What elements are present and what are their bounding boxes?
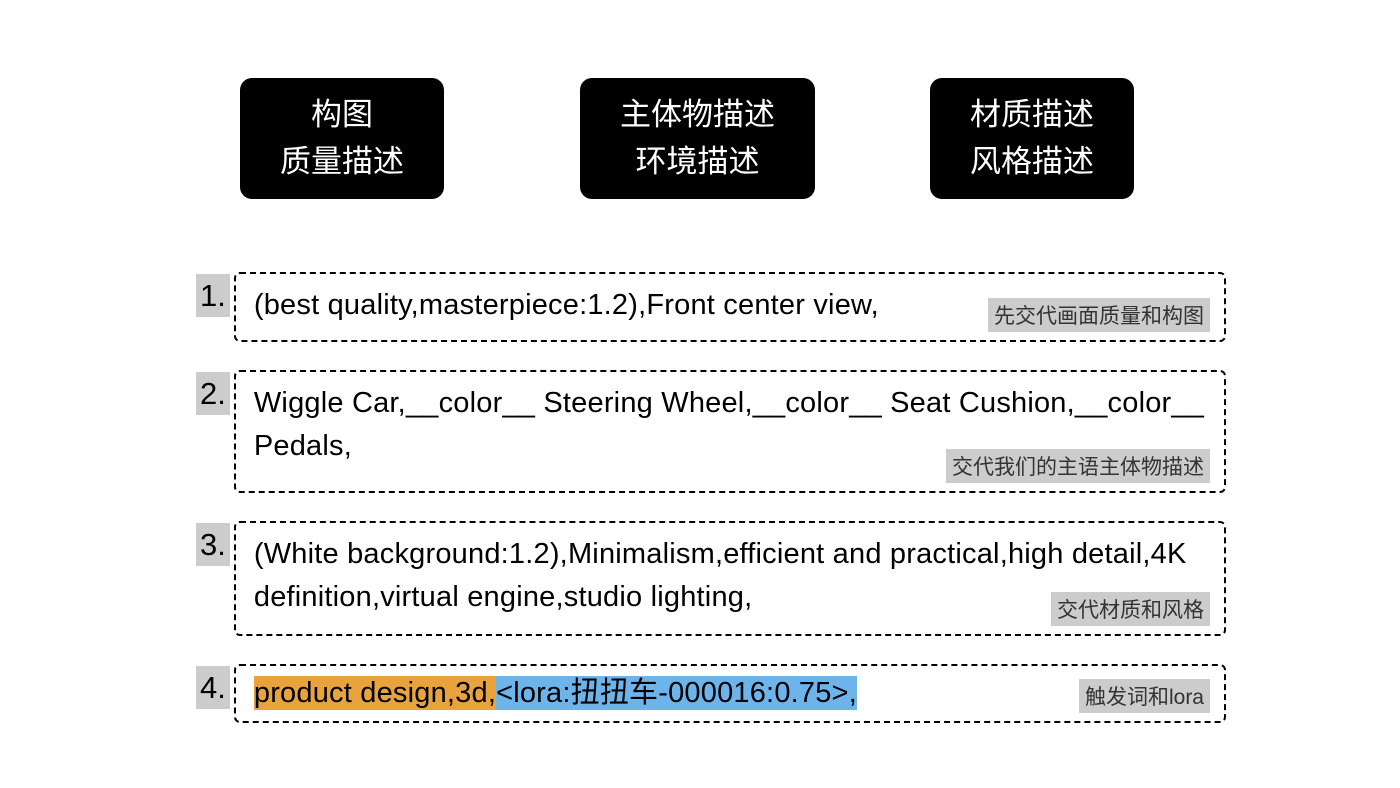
prompt-list: 1. (best quality,masterpiece:1.2),Front … (196, 272, 1226, 751)
prompt-text: (best quality,masterpiece:1.2),Front cen… (254, 289, 879, 321)
number-badge: 3. (196, 523, 230, 566)
prompt-label: 交代材质和风格 (1051, 592, 1210, 626)
header-line2: 环境描述 (620, 139, 775, 186)
number-badge: 1. (196, 274, 230, 317)
number-badge: 4. (196, 666, 230, 709)
prompt-label: 先交代画面质量和构图 (988, 298, 1210, 332)
prompt-label: 触发词和lora (1079, 679, 1210, 713)
header-box-subject: 主体物描述 环境描述 (580, 78, 815, 199)
header-line1: 材质描述 (970, 92, 1094, 139)
prompt-row: 2. Wiggle Car,__color__ Steering Wheel,_… (196, 370, 1226, 493)
header-line2: 风格描述 (970, 139, 1094, 186)
highlight-trigger-words: product design,3d, (254, 676, 496, 710)
header-line1: 构图 (280, 92, 404, 139)
prompt-row: 4. product design,3d,<lora:扭扭车-000016:0.… (196, 664, 1226, 724)
number-badge: 2. (196, 372, 230, 415)
header-box-composition: 构图 质量描述 (240, 78, 444, 199)
prompt-label: 交代我们的主语主体物描述 (946, 449, 1210, 483)
prompt-row: 1. (best quality,masterpiece:1.2),Front … (196, 272, 1226, 342)
prompt-box: (best quality,masterpiece:1.2),Front cen… (234, 272, 1226, 342)
prompt-box: product design,3d,<lora:扭扭车-000016:0.75>… (234, 664, 1226, 724)
prompt-box: Wiggle Car,__color__ Steering Wheel,__co… (234, 370, 1226, 493)
highlight-lora: <lora:扭扭车-000016:0.75>, (496, 676, 857, 710)
prompt-box: (White background:1.2),Minimalism,effici… (234, 521, 1226, 636)
prompt-text: product design,3d,<lora:扭扭车-000016:0.75>… (254, 676, 857, 710)
prompt-row: 3. (White background:1.2),Minimalism,eff… (196, 521, 1226, 636)
header-box-material: 材质描述 风格描述 (930, 78, 1134, 199)
header-line1: 主体物描述 (620, 92, 775, 139)
prompt-text: (White background:1.2),Minimalism,effici… (254, 538, 1187, 614)
header-line2: 质量描述 (280, 139, 404, 186)
